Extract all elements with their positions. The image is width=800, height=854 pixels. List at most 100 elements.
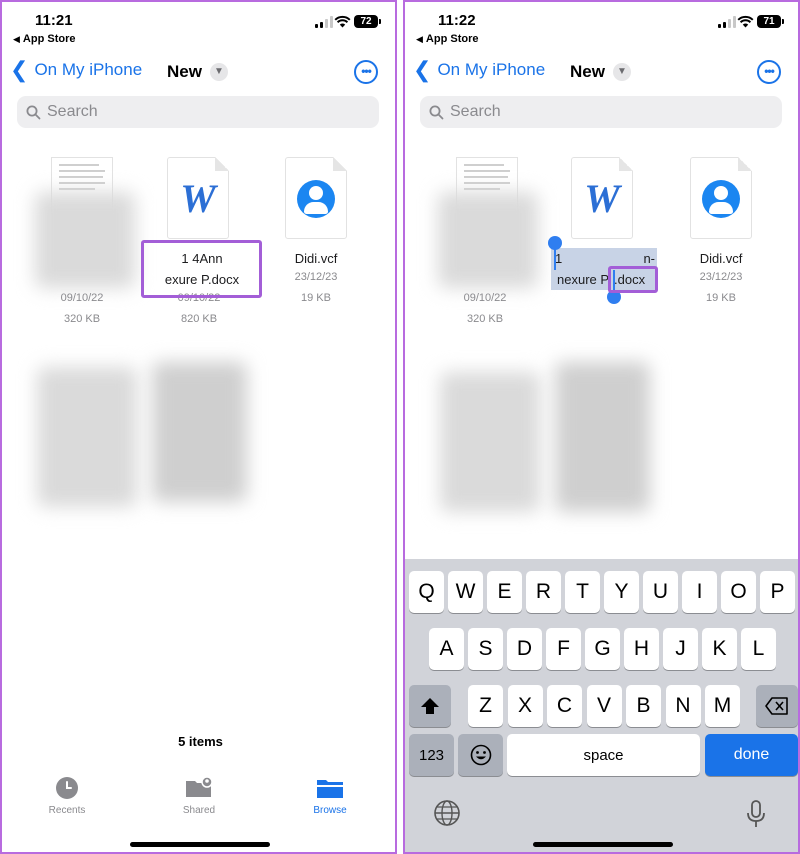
- key-a[interactable]: A: [429, 628, 464, 670]
- key-e[interactable]: E: [487, 571, 522, 613]
- chevron-down-icon: ▼: [209, 63, 228, 81]
- home-indicator: [533, 842, 673, 847]
- folder-title-label: New: [570, 62, 605, 81]
- search-placeholder: Search: [450, 103, 501, 120]
- key-s[interactable]: S: [468, 628, 503, 670]
- microphone-icon[interactable]: [746, 799, 766, 829]
- battery-icon: 72: [354, 15, 381, 28]
- back-to-app-link[interactable]: ◀ App Store: [416, 33, 478, 45]
- file-date: 23/12/23: [699, 271, 743, 283]
- word-file-thumbnail[interactable]: W: [571, 157, 633, 239]
- tab-shared[interactable]: Shared: [159, 775, 239, 816]
- contact-icon: [702, 180, 740, 218]
- search-field[interactable]: Search: [17, 96, 379, 128]
- back-to-app-link[interactable]: ◀ App Store: [13, 33, 75, 45]
- contact-file-thumbnail[interactable]: [690, 157, 752, 239]
- word-icon: W: [584, 176, 620, 221]
- emoji-icon: [470, 744, 491, 766]
- file-date: 09/10/22: [463, 292, 507, 304]
- back-button[interactable]: ❮ On My iPhone: [10, 57, 143, 82]
- back-app-label: App Store: [22, 33, 76, 45]
- emoji-key[interactable]: [458, 734, 503, 776]
- key-u[interactable]: U: [643, 571, 678, 613]
- file-size: 19 KB: [706, 292, 736, 304]
- clock-icon: [56, 777, 78, 799]
- file-name: Didi.vcf: [294, 251, 338, 266]
- back-triangle-icon: ◀: [13, 34, 20, 44]
- word-icon: W: [180, 176, 216, 221]
- file-name-line2-prefix: nexure P: [557, 272, 610, 287]
- back-button[interactable]: ❮ On My iPhone: [413, 57, 546, 82]
- done-key[interactable]: done: [705, 734, 798, 776]
- status-time: 11:22: [438, 12, 476, 29]
- key-i[interactable]: I: [682, 571, 717, 613]
- key-q[interactable]: Q: [409, 571, 444, 613]
- file-size: 820 KB: [180, 313, 218, 325]
- key-g[interactable]: G: [585, 628, 620, 670]
- search-field[interactable]: Search: [420, 96, 782, 128]
- more-options-button[interactable]: •••: [757, 60, 781, 84]
- blurred-redaction: [152, 362, 247, 502]
- key-b[interactable]: B: [626, 685, 661, 727]
- key-c[interactable]: C: [547, 685, 582, 727]
- globe-icon[interactable]: [433, 799, 461, 827]
- blurred-redaction: [555, 362, 650, 512]
- blurred-redaction: [37, 367, 137, 507]
- shift-key[interactable]: [409, 685, 451, 727]
- back-button-label: On My iPhone: [34, 60, 143, 79]
- search-icon: [429, 105, 444, 119]
- word-file-thumbnail[interactable]: W: [167, 157, 229, 239]
- search-icon: [26, 105, 41, 119]
- file-date: 09/10/22: [60, 292, 104, 304]
- more-options-button[interactable]: •••: [354, 60, 378, 84]
- highlight-box: [608, 266, 658, 293]
- highlight-box: [141, 240, 262, 298]
- key-z[interactable]: Z: [468, 685, 503, 727]
- key-m[interactable]: M: [705, 685, 740, 727]
- key-x[interactable]: X: [507, 685, 543, 727]
- key-d[interactable]: D: [507, 628, 542, 670]
- key-r[interactable]: R: [526, 571, 561, 613]
- tab-recents[interactable]: Recents: [27, 775, 107, 816]
- key-y[interactable]: Y: [604, 571, 639, 613]
- key-v[interactable]: V: [586, 685, 622, 727]
- file-date: 23/12/23: [294, 271, 338, 283]
- cellular-signal-icon: [718, 16, 736, 28]
- tab-bar: Recents Shared Browse: [2, 775, 395, 821]
- key-n[interactable]: N: [665, 685, 701, 727]
- back-button-label: On My iPhone: [437, 60, 546, 79]
- folder-title[interactable]: New ▼: [570, 62, 631, 82]
- tab-browse[interactable]: Browse: [290, 775, 370, 816]
- chevron-down-icon: ▼: [612, 63, 631, 81]
- file-name: Didi.vcf: [699, 251, 743, 266]
- file-name-line1-start: 1: [555, 251, 563, 266]
- contact-icon: [297, 180, 335, 218]
- status-time: 11:21: [35, 12, 73, 29]
- chevron-left-icon: ❮: [10, 57, 29, 82]
- file-size: 320 KB: [63, 313, 101, 325]
- key-k[interactable]: K: [702, 628, 737, 670]
- folder-title[interactable]: New ▼: [167, 62, 228, 82]
- key-f[interactable]: F: [546, 628, 581, 670]
- right-screenshot: 11:22 ◀ App Store 71 ❮ On My iPhone New ▼ •…: [403, 0, 800, 854]
- numbers-key[interactable]: 123: [409, 734, 454, 776]
- search-placeholder: Search: [47, 103, 98, 120]
- space-key[interactable]: space: [507, 734, 700, 776]
- blurred-redaction: [35, 192, 135, 288]
- key-l[interactable]: L: [741, 628, 776, 670]
- key-h[interactable]: H: [624, 628, 659, 670]
- key-p[interactable]: P: [760, 571, 795, 613]
- wifi-icon: [334, 15, 351, 28]
- contact-file-thumbnail[interactable]: [285, 157, 347, 239]
- key-o[interactable]: O: [721, 571, 756, 613]
- shift-icon: [421, 698, 439, 714]
- key-j[interactable]: J: [663, 628, 698, 670]
- backspace-icon: [765, 697, 788, 715]
- chevron-left-icon: ❮: [413, 57, 432, 82]
- key-t[interactable]: T: [565, 571, 600, 613]
- file-size: 320 KB: [466, 313, 504, 325]
- blurred-redaction: [438, 192, 538, 288]
- delete-key[interactable]: [756, 685, 798, 727]
- tab-label: Recents: [48, 805, 86, 816]
- key-w[interactable]: W: [448, 571, 483, 613]
